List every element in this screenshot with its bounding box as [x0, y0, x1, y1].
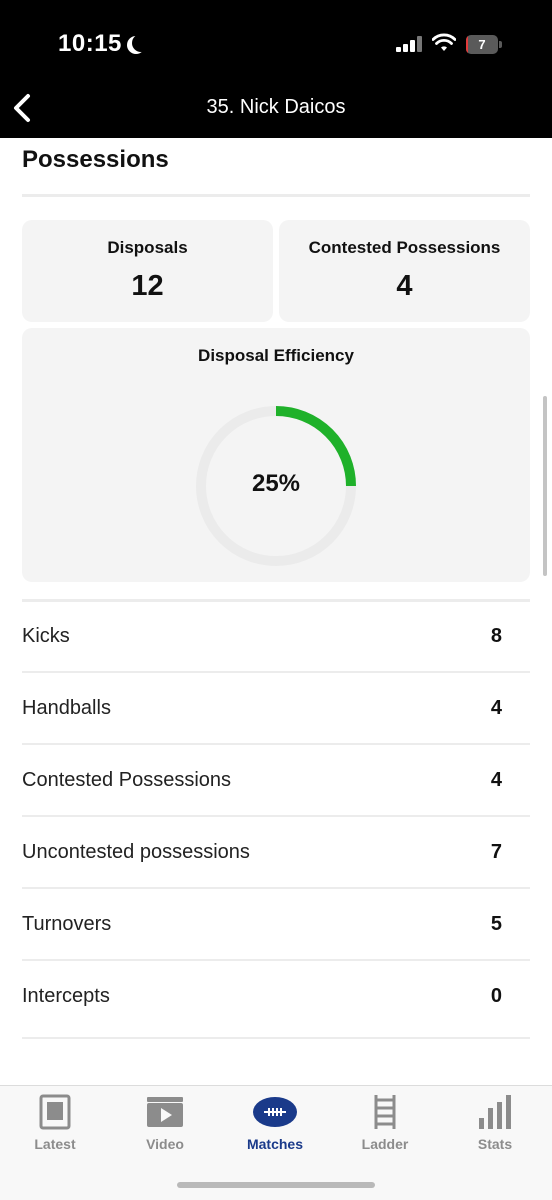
stat-value: 0 [490, 985, 502, 1007]
stat-label: Turnovers [22, 913, 112, 935]
battery-icon: 7 [466, 35, 502, 54]
disposals-card: Disposals 12 [22, 220, 273, 322]
moon-icon [132, 34, 150, 52]
tab-label: Latest [34, 1136, 76, 1152]
status-time: 10:15 [58, 30, 122, 57]
stat-row-intercepts: Intercepts 0 [22, 961, 530, 1039]
stat-label: Handballs [22, 697, 111, 719]
stat-row-contested-possessions: Contested Possessions 4 [22, 745, 530, 817]
stat-label: Uncontested possessions [22, 841, 250, 863]
tab-ladder[interactable]: Ladder [330, 1086, 440, 1166]
stat-row-turnovers: Turnovers 5 [22, 889, 530, 961]
section-divider [22, 194, 530, 197]
tab-stats[interactable]: Stats [440, 1086, 550, 1166]
tab-latest[interactable]: Latest [0, 1086, 110, 1166]
disposal-efficiency-value: 25% [251, 470, 301, 497]
tab-label: Matches [246, 1136, 304, 1152]
top-bar: 10:15 7 35. Nick Daicos [0, 0, 552, 138]
contested-possessions-value: 4 [396, 270, 413, 302]
tab-label: Video [146, 1136, 184, 1152]
page-title: 35. Nick Daicos [206, 96, 346, 118]
stat-row-uncontested-possessions: Uncontested possessions 7 [22, 817, 530, 889]
stat-label: Intercepts [22, 985, 110, 1007]
signal-icon [396, 36, 422, 52]
wifi-icon [432, 33, 456, 51]
contested-possessions-label: Contested Possessions [308, 238, 501, 257]
tab-label: Ladder [361, 1136, 409, 1152]
stat-label: Contested Possessions [22, 769, 232, 791]
tab-matches[interactable]: Matches [220, 1086, 330, 1166]
stat-label: Kicks [22, 625, 70, 647]
bar-chart-icon [479, 1095, 511, 1129]
section-title: Possessions [22, 146, 169, 173]
football-icon [253, 1097, 297, 1127]
ladder-icon [374, 1095, 396, 1129]
stat-row-handballs: Handballs 4 [22, 673, 530, 745]
disposal-efficiency-label: Disposal Efficiency [198, 346, 354, 365]
stat-value: 4 [490, 697, 502, 719]
video-play-icon [147, 1097, 183, 1127]
contested-possessions-card: Contested Possessions 4 [279, 220, 530, 322]
disposals-label: Disposals [107, 238, 188, 257]
stat-row-kicks: Kicks 8 [22, 601, 530, 673]
battery-level: 7 [478, 37, 486, 52]
stat-value: 7 [490, 841, 502, 863]
news-icon [39, 1094, 71, 1130]
home-indicator [177, 1182, 375, 1188]
scrollbar[interactable] [543, 396, 547, 576]
stat-value: 8 [490, 625, 502, 647]
stat-value: 4 [490, 769, 502, 791]
tab-video[interactable]: Video [110, 1086, 220, 1166]
disposals-value: 12 [131, 270, 164, 302]
tab-label: Stats [477, 1136, 513, 1152]
stat-value: 5 [490, 913, 502, 935]
